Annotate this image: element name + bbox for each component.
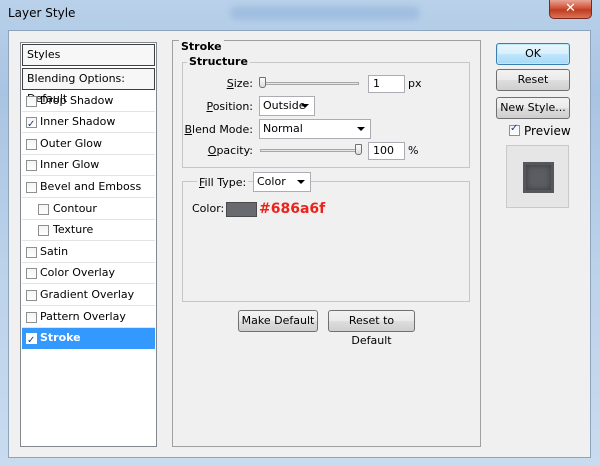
styles-header[interactable]: Styles [22,44,155,66]
style-item-inner-glow[interactable]: Inner Glow [22,155,155,176]
dialog-body: Styles Blending Options: Default Drop Sh… [8,30,591,458]
structure-group: Structure Size: 1 px Position: Outside B… [182,55,470,168]
style-item-outer-glow[interactable]: Outer Glow [22,134,155,155]
fill-type-value: Color [257,175,286,188]
blend-mode-select[interactable]: Normal [259,119,371,139]
layer-style-dialog: Layer Style ✕ Styles Blending Options: D… [0,0,600,466]
position-label: Position: [206,100,253,113]
checkbox-color-overlay[interactable] [26,268,37,279]
position-value: Outside [263,99,306,112]
checkbox-satin[interactable] [26,247,37,258]
preview-checkbox[interactable] [509,123,520,136]
checkbox-texture[interactable] [38,225,49,236]
style-label: Gradient Overlay [40,288,135,301]
opacity-label: Opacity: [207,144,253,157]
style-label: Texture [53,223,94,236]
new-style-button[interactable]: New Style... [496,97,570,119]
style-label: Stroke [40,331,81,344]
style-label: Inner Glow [40,158,100,171]
fill-type-label: Fill Type: [197,176,249,189]
style-label: Color Overlay [40,266,115,279]
fill-type-select[interactable]: Color [253,172,311,192]
color-hex-annotation: #686a6f [259,201,326,217]
opacity-slider-track[interactable] [260,149,359,152]
style-item-pattern-overlay[interactable]: Pattern Overlay [22,307,155,328]
checkbox-bevel-emboss[interactable] [26,182,37,193]
style-label: Drop Shadow [40,94,114,107]
checkbox-drop-shadow[interactable] [26,96,37,107]
position-select[interactable]: Outside [259,96,315,116]
styles-list: Styles Blending Options: Default Drop Sh… [20,42,157,447]
color-swatch[interactable] [226,202,257,217]
style-label: Outer Glow [40,137,103,150]
style-item-stroke[interactable]: Stroke [22,328,155,351]
checkbox-contour[interactable] [38,204,49,215]
style-item-drop-shadow[interactable]: Drop Shadow [22,91,155,112]
size-label: Size: [226,77,253,90]
style-label: Contour [53,202,97,215]
blend-mode-label: Blend Mode: [184,123,254,136]
title-bar-glow [230,6,420,20]
style-label: Pattern Overlay [40,310,126,323]
checkbox-outer-glow[interactable] [26,139,37,150]
style-label: Bevel and Emboss [40,180,142,193]
checkbox-inner-glow[interactable] [26,160,37,171]
stroke-panel: Stroke Structure Size: 1 px Position: Ou… [172,40,481,447]
checkbox-stroke[interactable] [26,331,37,351]
style-label: Satin [40,245,69,258]
size-slider-thumb[interactable] [259,77,266,88]
checkbox-inner-shadow[interactable] [26,115,37,135]
window-title: Layer Style [8,6,76,20]
opacity-slider-thumb[interactable] [355,144,362,155]
chevron-down-icon [357,127,365,131]
fill-group: Fill Type: Color Color: #686a6f [182,172,470,302]
style-item-texture[interactable]: Texture [22,220,155,241]
style-item-satin[interactable]: Satin [22,242,155,263]
size-slider-track[interactable] [260,82,359,85]
chevron-down-icon [297,180,305,184]
ok-button[interactable]: OK [496,43,570,65]
checkbox-pattern-overlay[interactable] [26,312,37,323]
size-unit: px [408,77,422,90]
reset-to-default-button[interactable]: Reset to Default [328,310,415,347]
opacity-unit: % [408,144,419,157]
close-button[interactable]: ✕ [549,0,592,19]
preview-label: Preview [524,124,571,138]
preview-thumbnail [506,145,569,208]
preview-swatch [523,162,554,193]
stroke-title: Stroke [179,40,224,53]
style-label: Inner Shadow [40,115,116,128]
make-default-button[interactable]: Make Default [238,310,318,332]
checkbox-gradient-overlay[interactable] [26,290,37,301]
color-label: Color: [192,202,225,215]
reset-button[interactable]: Reset [496,69,570,91]
opacity-field[interactable]: 100 [368,142,405,160]
title-bar[interactable]: Layer Style ✕ [0,0,600,26]
style-item-bevel-emboss[interactable]: Bevel and Emboss [22,177,155,198]
style-item-color-overlay[interactable]: Color Overlay [22,263,155,284]
structure-title: Structure [187,55,250,68]
style-item-contour[interactable]: Contour [22,199,155,220]
blending-options-item[interactable]: Blending Options: Default [22,68,155,105]
style-item-inner-shadow[interactable]: Inner Shadow [22,112,155,135]
close-icon: ✕ [565,1,576,16]
size-field[interactable]: 1 [368,75,405,93]
chevron-down-icon [301,104,309,108]
style-item-gradient-overlay[interactable]: Gradient Overlay [22,285,155,306]
blend-mode-value: Normal [263,122,303,135]
